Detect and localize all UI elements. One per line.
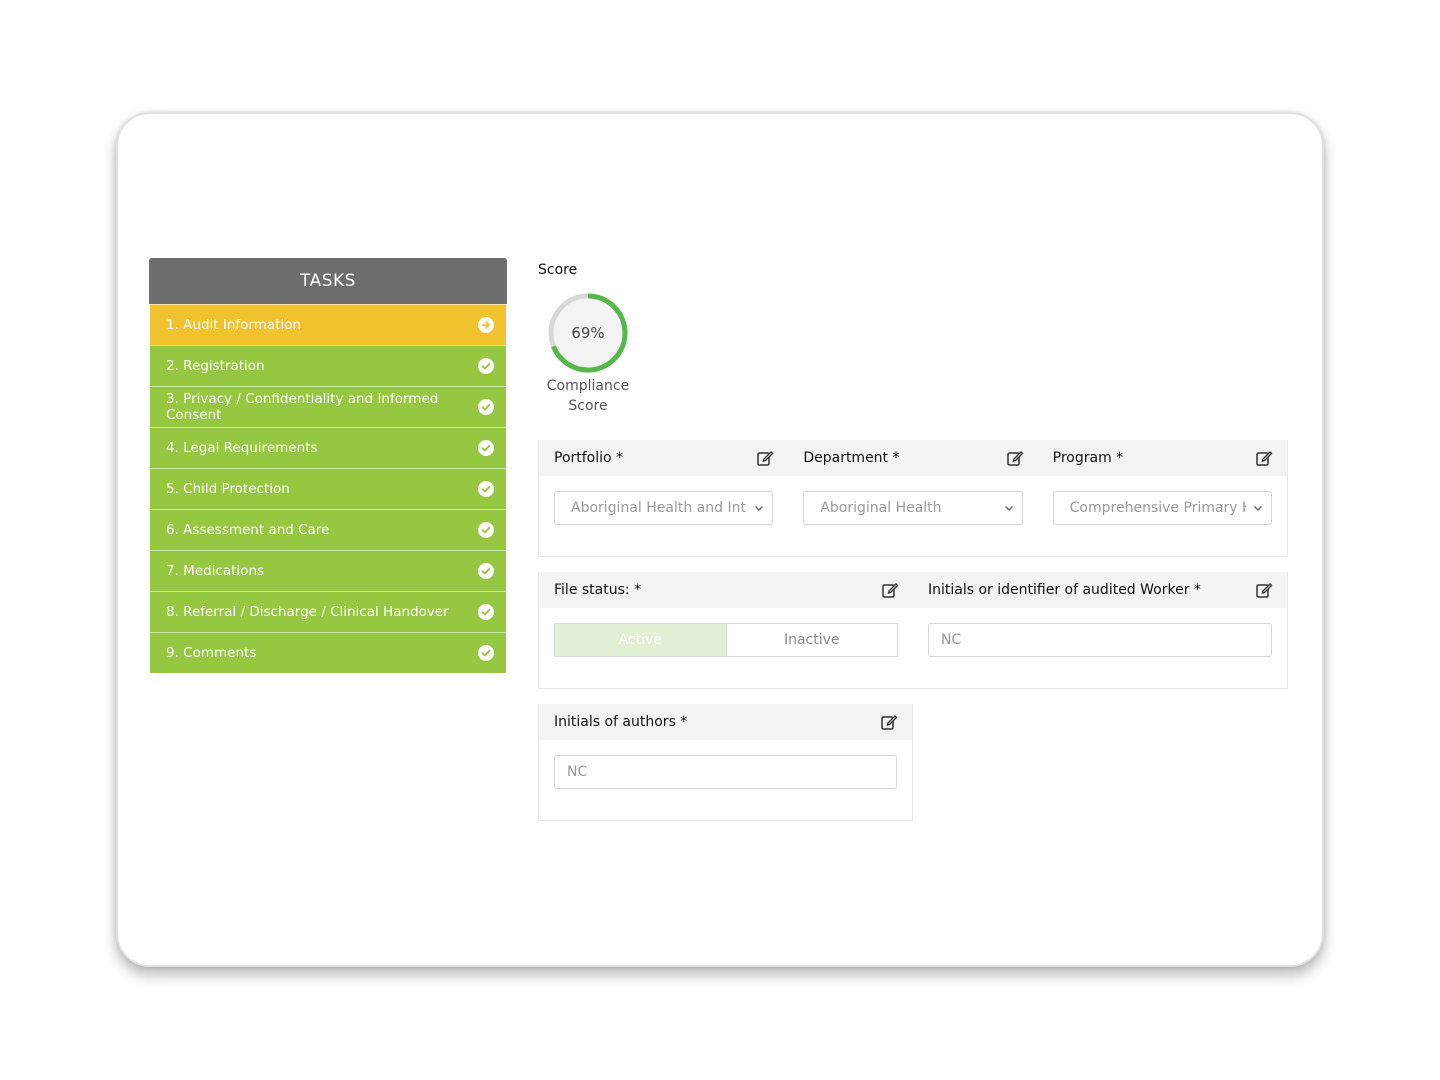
chevron-down-icon [1253, 506, 1262, 511]
org-panel: Portfolio * Department * Program * Abori… [538, 440, 1288, 557]
program-header: Program * [1038, 440, 1287, 476]
authors-panel-head: Initials of authors * [539, 704, 912, 740]
portfolio-label: Portfolio * [554, 450, 624, 466]
worker-label: Initials or identifier of audited Worker… [928, 582, 1201, 598]
gauge-caption: Compliance Score [538, 376, 638, 416]
check-circle-icon [478, 563, 494, 579]
task-item[interactable]: 8. Referral / Discharge / Clinical Hando… [150, 591, 506, 632]
portfolio-value: Aboriginal Health and Integ [571, 500, 747, 516]
program-value: Comprehensive Primary He [1069, 500, 1246, 516]
task-label: 6. Assessment and Care [166, 522, 330, 538]
task-item[interactable]: 9. Comments [150, 632, 506, 673]
check-circle-icon [478, 399, 494, 415]
file-status-toggle: Active Inactive [554, 623, 898, 657]
task-item[interactable]: 4. Legal Requirements [150, 427, 506, 468]
task-label: 4. Legal Requirements [166, 440, 318, 456]
worker-cell [913, 608, 1287, 657]
arrow-right-circle-icon [478, 317, 494, 333]
tasks-panel: TASKS 1. Audit Information 2. Registratio… [149, 258, 507, 673]
department-value: Aboriginal Health [820, 500, 942, 516]
chevron-down-icon [1004, 506, 1013, 511]
check-circle-icon [478, 358, 494, 374]
task-item[interactable]: 3. Privacy / Confidentiality and Informe… [150, 386, 506, 427]
program-cell: Comprehensive Primary He [1038, 476, 1287, 525]
task-label: 9. Comments [166, 645, 257, 661]
file-status-inactive-option[interactable]: Inactive [725, 624, 897, 656]
authors-header: Initials of authors * [539, 704, 912, 740]
authors-panel-body [539, 740, 912, 789]
gauge-caption-line2: Score [568, 398, 608, 414]
gauge-value: 69% [571, 324, 605, 342]
file-status-label: File status: * [554, 582, 642, 598]
edit-icon[interactable] [1255, 449, 1273, 467]
edit-icon[interactable] [756, 449, 774, 467]
check-circle-icon [478, 522, 494, 538]
status-panel: File status: * Initials or identifier of… [538, 572, 1288, 689]
department-header: Department * [788, 440, 1037, 476]
department-cell: Aboriginal Health [788, 476, 1037, 525]
department-label: Department * [803, 450, 900, 466]
file-status-active-option[interactable]: Active [555, 624, 726, 656]
task-label: 3. Privacy / Confidentiality and Informe… [166, 391, 439, 423]
worker-input[interactable] [928, 623, 1272, 657]
task-item[interactable]: 6. Assessment and Care [150, 509, 506, 550]
task-list: 1. Audit Information 2. Registration 3. Pr… [149, 304, 507, 673]
authors-label: Initials of authors * [554, 714, 688, 730]
worker-header: Initials or identifier of audited Worker… [913, 572, 1287, 608]
task-item[interactable]: 2. Registration [150, 345, 506, 386]
chevron-down-icon [755, 506, 764, 511]
edit-icon[interactable] [1006, 449, 1024, 467]
task-label: 5. Child Protection [166, 481, 290, 497]
tasks-title: TASKS [300, 271, 356, 291]
edit-icon[interactable] [881, 581, 899, 599]
org-panel-head: Portfolio * Department * Program * [539, 440, 1287, 476]
program-label: Program * [1052, 450, 1124, 466]
tasks-header: TASKS [149, 258, 507, 304]
authors-input[interactable] [554, 755, 897, 789]
file-status-header: File status: * [539, 572, 913, 608]
edit-icon[interactable] [1255, 581, 1273, 599]
authors-cell [539, 740, 912, 789]
portfolio-cell: Aboriginal Health and Integ [539, 476, 788, 525]
gauge-caption-line1: Compliance [546, 378, 630, 394]
edit-icon[interactable] [880, 713, 898, 731]
score-label: Score [538, 262, 578, 278]
task-item[interactable]: 7. Medications [150, 550, 506, 591]
authors-panel: Initials of authors * [538, 704, 913, 821]
status-panel-body: Active Inactive [539, 608, 1287, 657]
status-panel-head: File status: * Initials or identifier of… [539, 572, 1287, 608]
task-item[interactable]: 1. Audit Information [150, 304, 506, 345]
task-label: 8. Referral / Discharge / Clinical Hando… [166, 604, 449, 620]
department-select[interactable]: Aboriginal Health [803, 491, 1023, 525]
task-label: 2. Registration [166, 358, 265, 374]
file-status-cell: Active Inactive [539, 608, 913, 657]
check-circle-icon [478, 440, 494, 456]
org-panel-body: Aboriginal Health and Integ Aboriginal H… [539, 476, 1287, 525]
check-circle-icon [478, 481, 494, 497]
task-label: 1. Audit Information [166, 317, 302, 333]
portfolio-select[interactable]: Aboriginal Health and Integ [554, 491, 774, 525]
task-label: 7. Medications [166, 563, 265, 579]
program-select[interactable]: Comprehensive Primary He [1052, 491, 1272, 525]
portfolio-header: Portfolio * [539, 440, 788, 476]
check-circle-icon [478, 604, 494, 620]
task-item[interactable]: 5. Child Protection [150, 468, 506, 509]
check-circle-icon [478, 645, 494, 661]
